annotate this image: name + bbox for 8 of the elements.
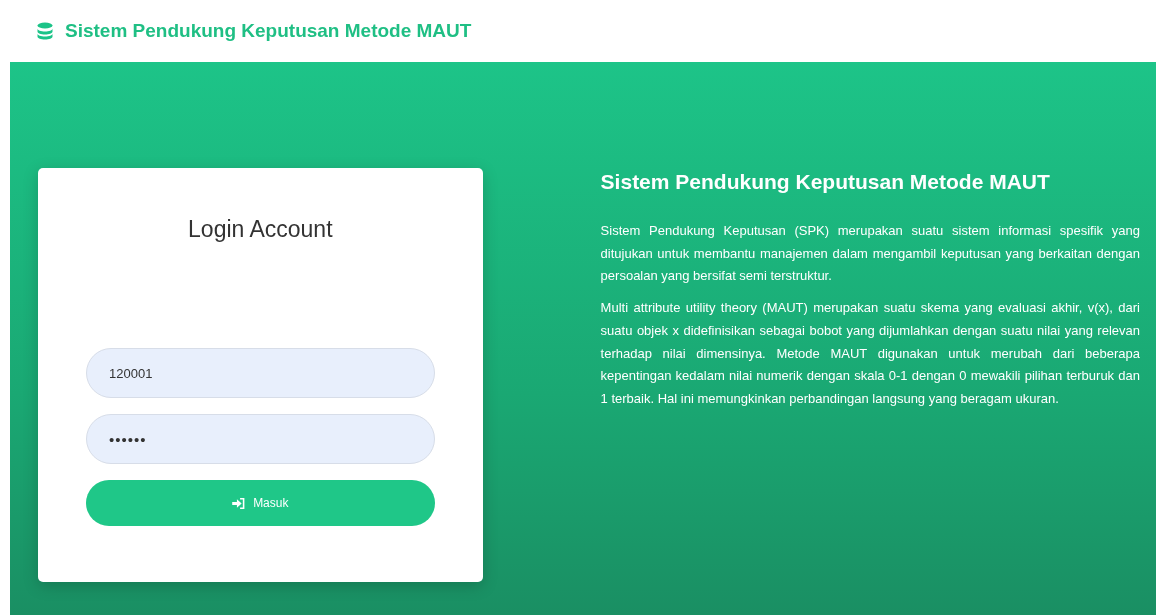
username-field[interactable]: 120001 bbox=[86, 348, 435, 398]
description-paragraph: Multi attribute utility theory (MAUT) merupakan suatu skema yang evaluasi akhir, v(x), dari suatu objek x didefinisikan sebagai bobot yang dijumlahkan dengan suatu nilai yang relevan terhadap nilai dimensinya. Metode MAUT digunakan untuk merubah dari beberapa kepentingan kedalam nilai numerik dengan skala 0-1 dengan 0 mewakili pilihan terburuk dan 1 terbaik. Hal ini memungkinkan perbandingan langsung yang beragam ukuran. bbox=[600, 299, 1140, 408]
password-field[interactable]: •••••• bbox=[86, 414, 435, 464]
info-title: Sistem Pendukung Keputusan Metode MAUT bbox=[600, 170, 1051, 194]
login-title: Login Account bbox=[187, 216, 334, 243]
description-paragraph: Sistem Pendukung Keputusan (SPK) merupakan suatu sistem informasi spesifik yang ditujukan untuk membantu manajemen dalam mengambil keputusan yang berkaitan dengan persoalan yang bersifat semi terstruktur. bbox=[600, 222, 1140, 286]
database-icon bbox=[37, 22, 53, 40]
sign-in-icon bbox=[232, 497, 246, 509]
